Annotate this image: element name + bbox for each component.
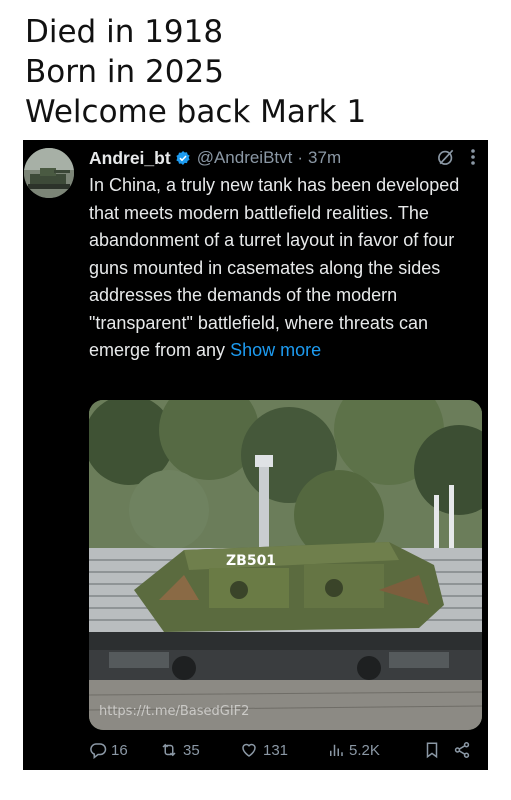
caption-line-3: Welcome back Mark 1	[25, 94, 367, 130]
meme-caption: Died in 1918 Born in 2025 Welcome back M…	[25, 12, 505, 132]
tweet-media-image[interactable]: ZB501 https://t.me/BasedGIF2	[89, 400, 482, 730]
more-options-icon[interactable]	[470, 148, 476, 166]
tweet-time[interactable]: 37m	[308, 148, 341, 168]
show-more-link[interactable]: Show more	[230, 340, 321, 360]
repost-button[interactable]: 35	[159, 741, 239, 759]
reply-icon	[90, 743, 107, 759]
tweet-text: In China, a truly new tank has been deve…	[89, 172, 484, 365]
like-count: 131	[263, 741, 289, 759]
repost-icon	[162, 743, 176, 757]
watermark-text: https://t.me/BasedGIF2	[99, 704, 249, 719]
tweet-body: In China, a truly new tank has been deve…	[89, 175, 460, 360]
avatar[interactable]	[24, 148, 74, 198]
tweet-header: Andrei_bt @AndreiBtvt · 37m	[89, 146, 478, 170]
like-button[interactable]: 131	[239, 741, 327, 759]
author-name[interactable]: Andrei_bt	[89, 148, 171, 169]
reply-button[interactable]: 16	[89, 741, 159, 759]
view-count: 5.2K	[349, 741, 380, 759]
share-icon[interactable]	[453, 741, 471, 759]
verified-badge-icon	[176, 151, 190, 165]
repost-count: 35	[183, 741, 200, 759]
tweet-actions: 16 35 131 5.2K	[89, 738, 481, 762]
reply-count: 16	[111, 741, 128, 759]
grok-icon[interactable]	[436, 147, 456, 167]
tank-photo: ZB501 https://t.me/BasedGIF2	[89, 400, 482, 730]
views-button[interactable]: 5.2K	[327, 741, 417, 759]
bookmark-icon[interactable]	[423, 741, 441, 759]
header-separator: ·	[297, 148, 304, 167]
heart-icon	[242, 743, 256, 757]
caption-line-1: Died in 1918	[25, 14, 224, 50]
tweet-card: Andrei_bt @AndreiBtvt · 37m In China, a …	[23, 140, 488, 770]
views-bar-chart-icon	[330, 744, 343, 756]
author-handle[interactable]: @AndreiBtvt	[197, 148, 293, 168]
caption-line-2: Born in 2025	[25, 54, 224, 90]
vehicle-number-label: ZB501	[226, 553, 276, 569]
